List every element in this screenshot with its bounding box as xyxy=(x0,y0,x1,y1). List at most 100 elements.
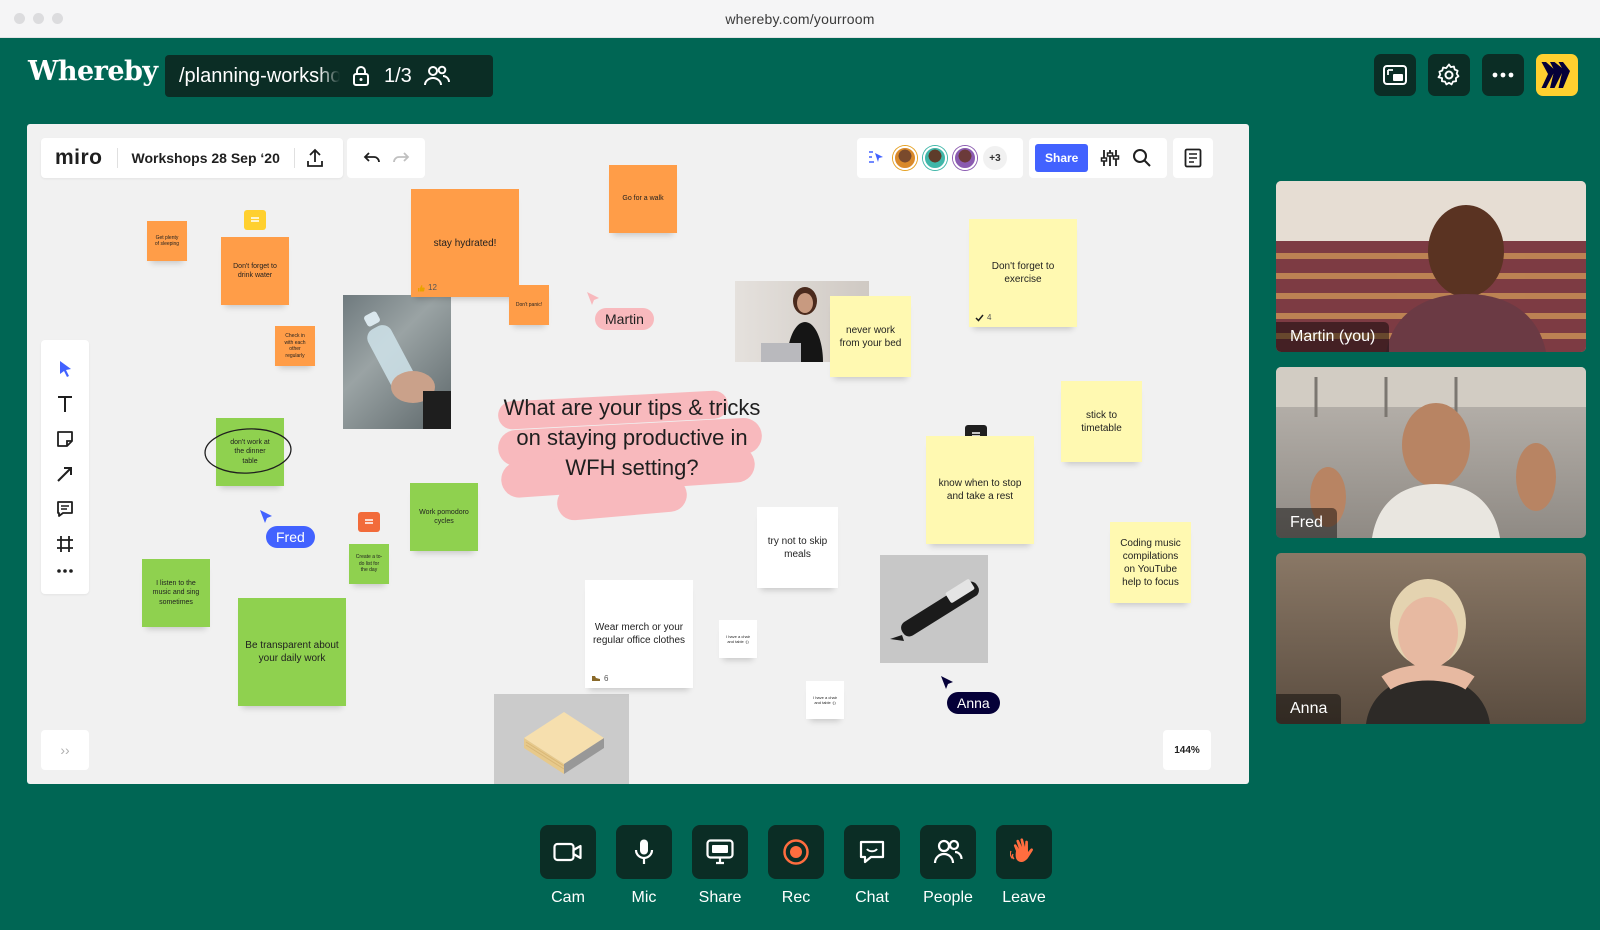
water-bottle-photo[interactable] xyxy=(343,295,451,429)
sticky-note-tool[interactable] xyxy=(56,430,74,448)
sticky-note[interactable]: stay hydrated! 12 xyxy=(411,189,519,297)
sticky-note-text: Don't forget to exercise xyxy=(991,261,1055,285)
expand-panel-button[interactable]: ›› xyxy=(41,730,89,770)
redo-icon[interactable] xyxy=(392,151,410,165)
export-button[interactable] xyxy=(295,148,343,168)
leave-button[interactable] xyxy=(996,825,1052,879)
sticky-note[interactable]: Check in with each other regularly xyxy=(275,326,315,366)
room-info[interactable]: /planning-workshop 1/3 xyxy=(165,55,493,97)
frame-tool[interactable] xyxy=(56,535,74,553)
cam-button[interactable] xyxy=(540,825,596,879)
comment-marker-icon[interactable] xyxy=(358,512,380,532)
sticky-note[interactable]: Wear merch or your regular office clothe… xyxy=(585,580,693,688)
select-tool[interactable] xyxy=(57,360,73,378)
hand-drawn-circle[interactable] xyxy=(202,426,294,476)
vote-count: 4 xyxy=(975,313,991,323)
board-question-text[interactable]: What are your tips & tricks on staying p… xyxy=(492,393,772,483)
people-button[interactable] xyxy=(920,825,976,879)
frame-icon xyxy=(57,535,73,552)
whereby-logo[interactable]: Whereby xyxy=(28,56,158,87)
board-title[interactable]: Workshops 28 Sep ‘20 xyxy=(118,150,294,166)
gear-icon xyxy=(1437,63,1460,86)
collaborator-avatar[interactable] xyxy=(923,146,947,170)
sticky-note[interactable]: stick to timetable xyxy=(1061,381,1142,462)
record-icon xyxy=(783,839,809,865)
sticky-note[interactable]: Don't forget to exercise 4 xyxy=(969,219,1077,327)
sticky-note[interactable]: I have a chair and table :)) xyxy=(719,620,757,658)
sticky-note[interactable]: know when to stop and take a rest xyxy=(926,436,1034,544)
settings-button[interactable] xyxy=(1428,54,1470,96)
sticky-note[interactable]: I listen to the music and sing sometimes xyxy=(142,559,210,627)
waving-hand-icon xyxy=(1010,838,1033,863)
miro-board[interactable]: miro Workshops 28 Sep ‘20 +3 Share ›› 14… xyxy=(27,124,1249,784)
rec-label: Rec xyxy=(781,889,811,906)
text-tool[interactable] xyxy=(57,395,73,413)
settings-sliders-icon[interactable] xyxy=(1100,149,1120,167)
sticky-pad-photo[interactable] xyxy=(494,694,629,784)
cam-label: Cam xyxy=(551,889,585,906)
undo-icon[interactable] xyxy=(363,151,381,165)
thumbs-up-icon xyxy=(418,284,425,292)
sticky-note[interactable]: try not to skip meals xyxy=(757,507,838,588)
comment-tool[interactable] xyxy=(56,500,74,518)
marker-photo[interactable] xyxy=(880,555,988,663)
people-icon xyxy=(423,65,450,87)
collaborator-avatar[interactable] xyxy=(893,146,917,170)
record-button[interactable] xyxy=(768,825,824,879)
lock-icon[interactable] xyxy=(352,65,370,87)
whereby-app: Whereby /planning-workshop 1/3 miro Work… xyxy=(0,38,1600,930)
sticky-note[interactable]: Don't forget to drink water xyxy=(221,237,289,305)
sticky-note-text: Wear merch or your regular office clothe… xyxy=(592,622,686,646)
notes-panel-button[interactable] xyxy=(1173,138,1213,178)
screen-share-button[interactable] xyxy=(692,825,748,879)
collaborator-avatar[interactable] xyxy=(953,146,977,170)
video-tile-fred[interactable]: Fred xyxy=(1276,367,1586,538)
connection-line-tool[interactable] xyxy=(56,465,74,483)
room-name: /planning-workshop xyxy=(179,64,340,87)
participant-name: Anna xyxy=(1276,694,1342,724)
sticky-note[interactable]: Get plenty of sleeping xyxy=(147,221,187,261)
picture-in-picture-button[interactable] xyxy=(1374,54,1416,96)
mic-button[interactable] xyxy=(616,825,672,879)
sticky-note[interactable]: I have a chair and table :)) xyxy=(806,681,844,719)
search-icon[interactable] xyxy=(1132,148,1152,168)
anna-cursor-icon xyxy=(941,676,953,689)
video-tile-anna[interactable]: Anna xyxy=(1276,553,1586,724)
chat-button[interactable] xyxy=(844,825,900,879)
pointer-icon xyxy=(60,361,71,378)
leave-control: Leave xyxy=(996,825,1052,907)
checkmark-icon xyxy=(975,314,984,322)
address-bar[interactable]: whereby.com/yourroom xyxy=(0,11,1600,27)
miro-logo[interactable]: miro xyxy=(41,146,117,170)
picture-in-picture-icon xyxy=(1383,65,1407,85)
video-tile-martin[interactable]: Martin (you) xyxy=(1276,181,1586,352)
sticky-note[interactable]: Go for a walk xyxy=(609,165,677,233)
people-icon xyxy=(933,839,963,864)
sticky-note[interactable]: Don't panic! xyxy=(509,285,549,325)
more-tools-button[interactable] xyxy=(57,569,73,574)
rec-control: Rec xyxy=(768,825,824,907)
upload-icon xyxy=(306,148,323,167)
more-options-button[interactable] xyxy=(1482,54,1524,96)
sticky-note[interactable]: never work from your bed xyxy=(830,296,911,377)
martin-cursor-icon xyxy=(587,292,599,305)
more-icon xyxy=(57,569,73,574)
cam-control: Cam xyxy=(540,825,596,907)
microphone-icon xyxy=(634,839,654,864)
sticky-note[interactable]: Be transparent about your daily work xyxy=(238,598,346,706)
sticky-note[interactable]: Coding music compilations on YouTube hel… xyxy=(1110,522,1191,603)
more-collaborators-badge[interactable]: +3 xyxy=(983,146,1007,170)
sticky-note[interactable]: Work pomodoro cycles xyxy=(410,483,478,551)
share-control: Share xyxy=(692,825,748,907)
board-share-button[interactable]: Share xyxy=(1035,144,1089,172)
browser-titlebar: whereby.com/yourroom xyxy=(0,0,1600,38)
mic-control: Mic xyxy=(616,825,672,907)
sticky-note[interactable]: Create a to-do list for the day xyxy=(349,544,389,584)
miro-integration-button[interactable] xyxy=(1536,54,1578,96)
comment-marker-icon[interactable] xyxy=(244,210,266,230)
chat-label: Chat xyxy=(855,889,889,906)
collaborators-bar: +3 xyxy=(857,138,1023,178)
people-label: People xyxy=(923,889,973,906)
zoom-level[interactable]: 144% xyxy=(1163,730,1211,770)
cursor-follow-icon[interactable] xyxy=(867,149,887,167)
